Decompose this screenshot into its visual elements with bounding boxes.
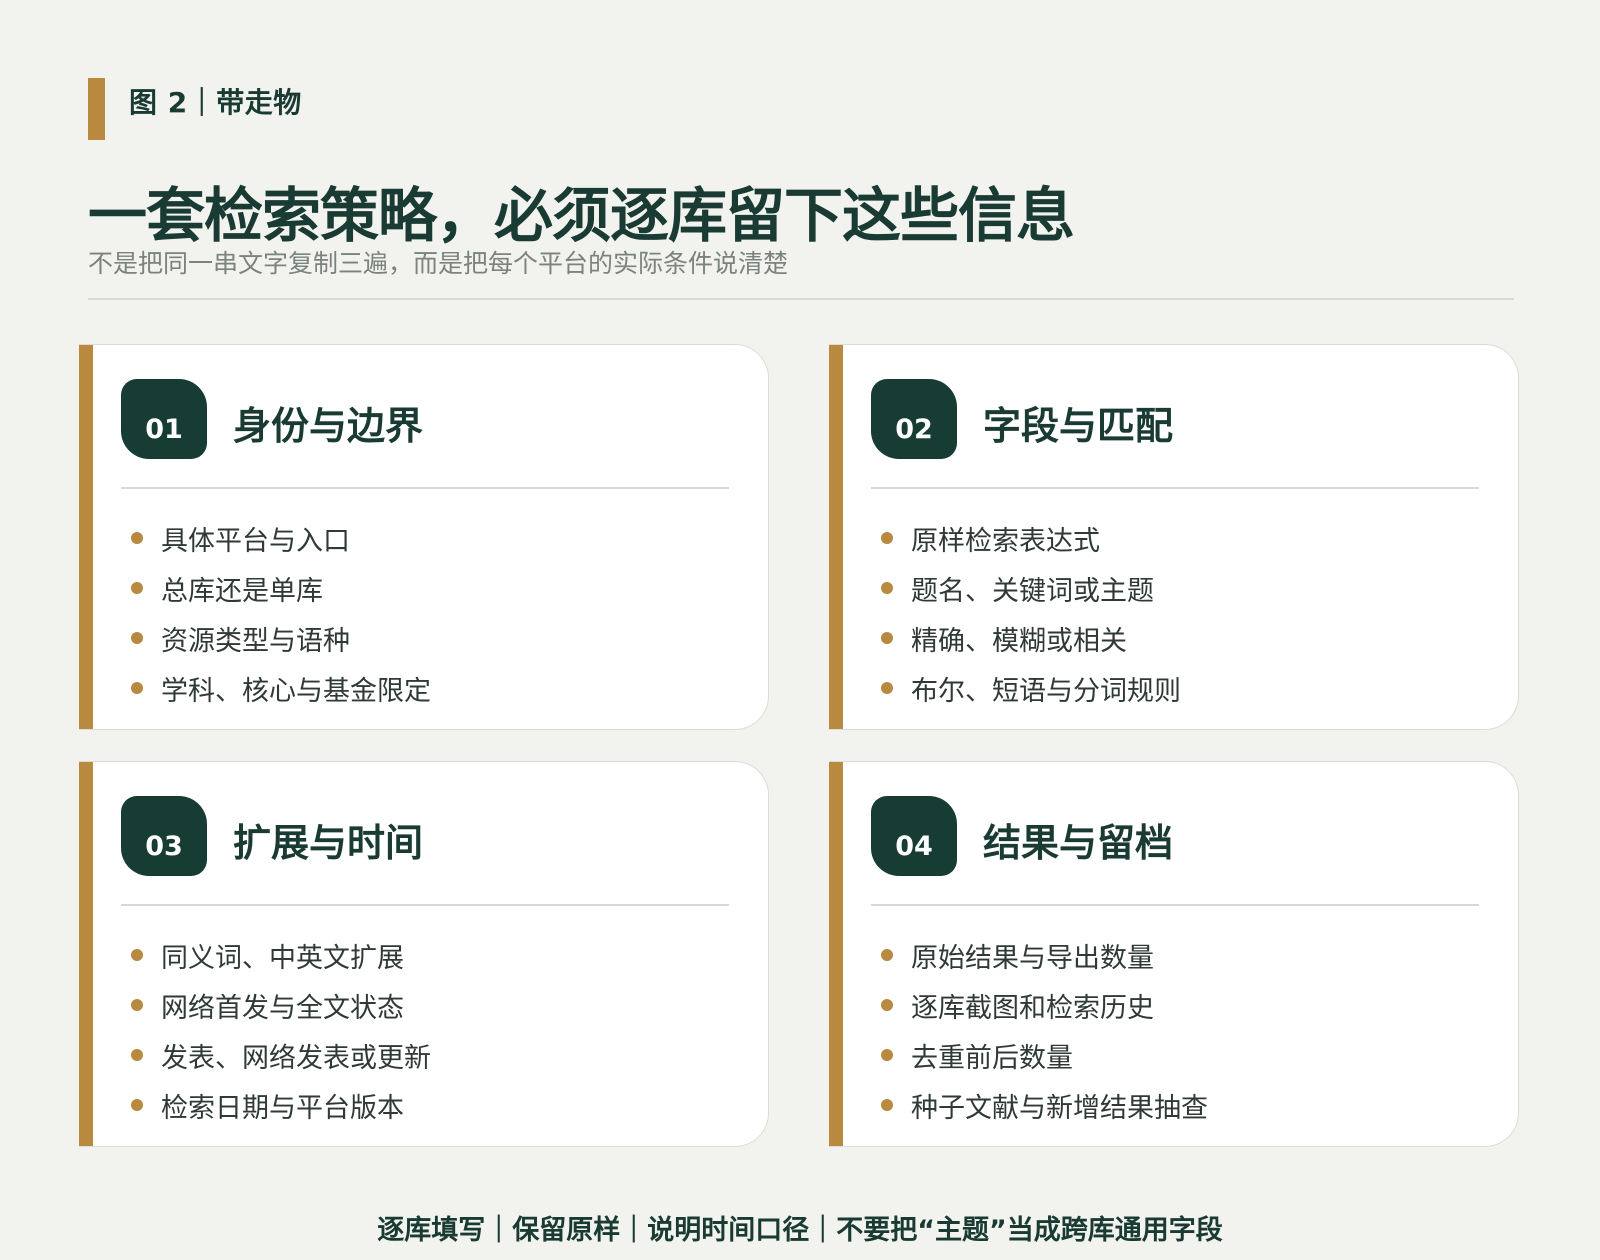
list-item: 原样检索表达式 <box>881 513 1181 563</box>
card-identity-boundary: 01 身份与边界 具体平台与入口 总库还是单库 资源类型与语种 学科、核心与基金… <box>79 344 769 730</box>
list-item-text: 总库还是单库 <box>161 575 323 607</box>
card-results-archive: 04 结果与留档 原始结果与导出数量 逐库截图和检索历史 去重前后数量 种子文献… <box>829 761 1519 1147</box>
figure-label-accent-bar <box>88 78 105 140</box>
card-number-badge: 03 <box>121 796 207 876</box>
list-item: 同义词、中英文扩展 <box>131 930 431 980</box>
card-divider <box>121 487 729 489</box>
card-accent-bar <box>829 345 843 729</box>
bullet-icon <box>881 532 893 544</box>
list-item-text: 资源类型与语种 <box>161 625 350 657</box>
bullet-icon <box>881 949 893 961</box>
list-item-text: 检索日期与平台版本 <box>161 1092 404 1124</box>
card-divider <box>871 487 1479 489</box>
list-item: 题名、关键词或主题 <box>881 563 1181 613</box>
footer-summary: 逐库填写｜保留原样｜说明时间口径｜不要把“主题”当成跨库通用字段 <box>377 1215 1223 1246</box>
list-item: 总库还是单库 <box>131 563 431 613</box>
list-item: 逐库截图和检索历史 <box>881 980 1208 1030</box>
list-item-text: 逐库截图和检索历史 <box>911 992 1154 1024</box>
figure-label: 图 2｜带走物 <box>88 78 302 140</box>
page-subtitle: 不是把同一串文字复制三遍，而是把每个平台的实际条件说清楚 <box>88 249 789 278</box>
card-item-list: 原始结果与导出数量 逐库截图和检索历史 去重前后数量 种子文献与新增结果抽查 <box>881 930 1208 1130</box>
list-item-text: 种子文献与新增结果抽查 <box>911 1092 1208 1124</box>
card-accent-bar <box>79 762 93 1146</box>
list-item: 种子文献与新增结果抽查 <box>881 1080 1208 1130</box>
list-item-text: 题名、关键词或主题 <box>911 575 1154 607</box>
card-fields-matching: 02 字段与匹配 原样检索表达式 题名、关键词或主题 精确、模糊或相关 布尔、短… <box>829 344 1519 730</box>
card-title: 身份与边界 <box>233 404 424 448</box>
list-item-text: 精确、模糊或相关 <box>911 625 1127 657</box>
bullet-icon <box>881 682 893 694</box>
card-title: 结果与留档 <box>983 821 1174 865</box>
bullet-icon <box>881 1099 893 1111</box>
list-item-text: 网络首发与全文状态 <box>161 992 404 1024</box>
list-item-text: 同义词、中英文扩展 <box>161 942 404 974</box>
bullet-icon <box>131 632 143 644</box>
list-item-text: 发表、网络发表或更新 <box>161 1042 431 1074</box>
card-accent-bar <box>829 762 843 1146</box>
header-divider <box>88 298 1514 300</box>
card-divider <box>121 904 729 906</box>
list-item: 学科、核心与基金限定 <box>131 663 431 713</box>
card-item-list: 同义词、中英文扩展 网络首发与全文状态 发表、网络发表或更新 检索日期与平台版本 <box>131 930 431 1130</box>
list-item-text: 布尔、短语与分词规则 <box>911 675 1181 707</box>
bullet-icon <box>881 582 893 594</box>
card-number-badge: 01 <box>121 379 207 459</box>
list-item: 发表、网络发表或更新 <box>131 1030 431 1080</box>
bullet-icon <box>131 682 143 694</box>
figure-label-text: 图 2｜带走物 <box>129 86 302 119</box>
card-item-list: 具体平台与入口 总库还是单库 资源类型与语种 学科、核心与基金限定 <box>131 513 431 713</box>
bullet-icon <box>881 632 893 644</box>
list-item: 具体平台与入口 <box>131 513 431 563</box>
card-expansion-time: 03 扩展与时间 同义词、中英文扩展 网络首发与全文状态 发表、网络发表或更新 … <box>79 761 769 1147</box>
list-item-text: 学科、核心与基金限定 <box>161 675 431 707</box>
bullet-icon <box>131 1099 143 1111</box>
list-item-text: 具体平台与入口 <box>161 525 350 557</box>
list-item: 资源类型与语种 <box>131 613 431 663</box>
list-item: 精确、模糊或相关 <box>881 613 1181 663</box>
page-title: 一套检索策略，必须逐库留下这些信息 <box>88 181 1075 250</box>
card-divider <box>871 904 1479 906</box>
bullet-icon <box>131 532 143 544</box>
card-accent-bar <box>79 345 93 729</box>
list-item: 布尔、短语与分词规则 <box>881 663 1181 713</box>
card-number-badge: 04 <box>871 796 957 876</box>
bullet-icon <box>881 1049 893 1061</box>
list-item-text: 原样检索表达式 <box>911 525 1100 557</box>
card-title: 扩展与时间 <box>233 821 424 865</box>
list-item: 网络首发与全文状态 <box>131 980 431 1030</box>
bullet-icon <box>131 1049 143 1061</box>
list-item-text: 去重前后数量 <box>911 1042 1073 1074</box>
list-item-text: 原始结果与导出数量 <box>911 942 1154 974</box>
list-item: 检索日期与平台版本 <box>131 1080 431 1130</box>
bullet-icon <box>131 999 143 1011</box>
list-item: 去重前后数量 <box>881 1030 1208 1080</box>
page: 图 2｜带走物 一套检索策略，必须逐库留下这些信息 不是把同一串文字复制三遍，而… <box>0 0 1600 1260</box>
list-item: 原始结果与导出数量 <box>881 930 1208 980</box>
bullet-icon <box>131 949 143 961</box>
card-title: 字段与匹配 <box>983 404 1174 448</box>
card-number-badge: 02 <box>871 379 957 459</box>
card-item-list: 原样检索表达式 题名、关键词或主题 精确、模糊或相关 布尔、短语与分词规则 <box>881 513 1181 713</box>
bullet-icon <box>881 999 893 1011</box>
bullet-icon <box>131 582 143 594</box>
